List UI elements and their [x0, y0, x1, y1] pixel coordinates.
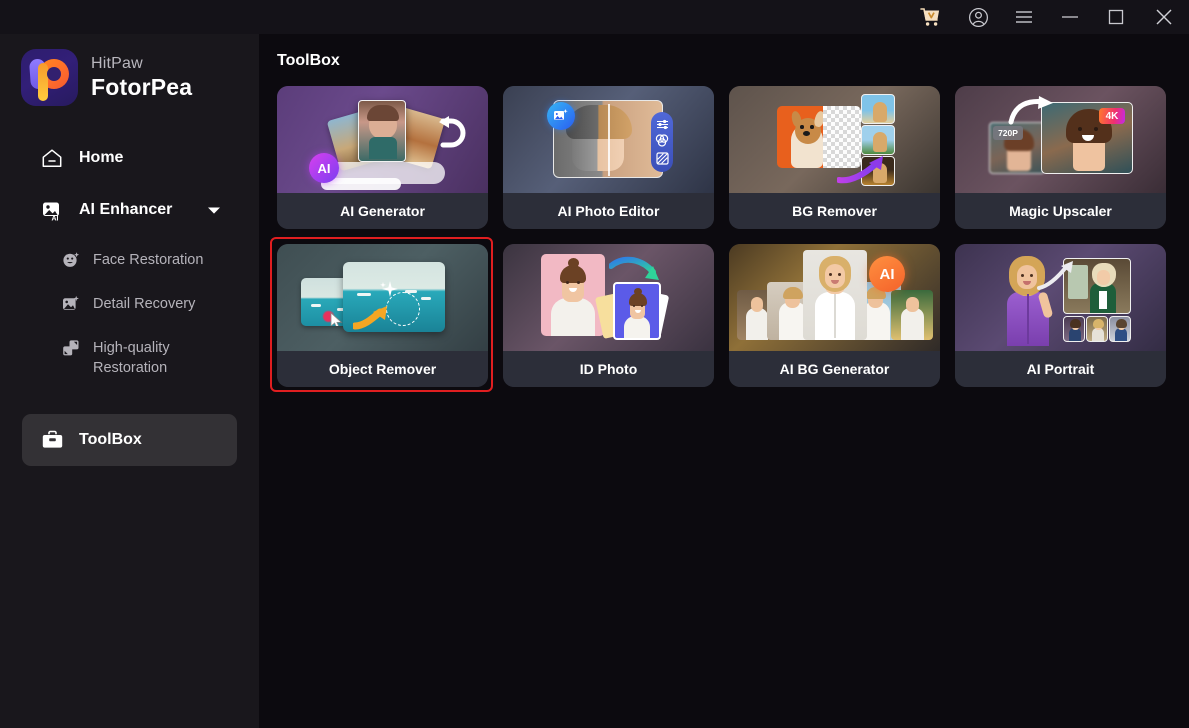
card-id-photo[interactable]: ID Photo [503, 244, 714, 387]
home-icon [41, 148, 67, 169]
svg-text:AI: AI [52, 215, 59, 221]
card-artwork [503, 86, 714, 193]
card-label: Magic Upscaler [955, 193, 1166, 229]
sidebar-item-detail-recovery-label: Detail Recovery [93, 296, 196, 312]
card-label: Object Remover [277, 351, 488, 387]
main-content: ToolBox AI AI Generator AI Photo Editor … [259, 34, 1189, 728]
card-label: AI Portrait [955, 351, 1166, 387]
brand: HitPaw FotorPea [0, 34, 259, 110]
card-object-remover[interactable]: Object Remover [277, 244, 488, 387]
toolbox-icon [41, 430, 67, 451]
card-artwork [277, 244, 488, 351]
card-object-remover-selection: Object Remover [270, 237, 493, 392]
card-artwork: 720P 4K [955, 86, 1166, 193]
sidebar-item-ai-enhancer-label: AI Enhancer [79, 201, 173, 218]
sidebar-nav: Home AI AI Enhancer Face Restoration Det… [0, 132, 259, 466]
title-bar [0, 0, 1189, 34]
sidebar-item-face-restoration[interactable]: Face Restoration [22, 240, 237, 284]
brand-name-bottom: FotorPea [91, 73, 193, 100]
high-quality-restoration-icon [62, 338, 84, 357]
card-ai-portrait[interactable]: AI Portrait [955, 244, 1166, 387]
card-label: AI Generator [277, 193, 488, 229]
chip-4k: 4K [1099, 108, 1125, 124]
maximize-icon[interactable] [1093, 0, 1139, 34]
minimize-icon[interactable] [1047, 0, 1093, 34]
page-title: ToolBox [277, 52, 340, 69]
ai-badge-icon: AI [869, 256, 905, 292]
sidebar-item-high-quality-restoration-label: High-quality Restoration [93, 340, 170, 376]
menu-icon[interactable] [1001, 0, 1047, 34]
card-label: BG Remover [729, 193, 940, 229]
sidebar-item-face-restoration-label: Face Restoration [93, 252, 204, 268]
card-ai-bg-generator[interactable]: AI AI BG Generator [729, 244, 940, 387]
photo-editor-badge-icon [547, 102, 575, 130]
card-artwork: AI [277, 86, 488, 193]
card-label: AI BG Generator [729, 351, 940, 387]
account-icon[interactable] [955, 0, 1001, 34]
sidebar-item-home[interactable]: Home [22, 132, 237, 184]
cart-icon[interactable] [903, 0, 955, 34]
card-artwork [955, 244, 1166, 351]
close-icon[interactable] [1139, 0, 1189, 34]
card-ai-photo-editor[interactable]: AI Photo Editor [503, 86, 714, 229]
hitpaw-logo-icon [21, 48, 78, 106]
sidebar: HitPaw FotorPea Home AI AI Enhancer Face… [0, 34, 259, 728]
ai-enhancer-icon: AI [41, 200, 67, 221]
ai-badge-icon: AI [309, 153, 339, 183]
card-magic-upscaler[interactable]: 720P 4K Magic Upscaler [955, 86, 1166, 229]
chip-720p: 720P [993, 126, 1023, 140]
card-artwork: AI [729, 244, 940, 351]
face-restoration-icon [62, 250, 84, 269]
card-artwork [503, 244, 714, 351]
app-window: HitPaw FotorPea Home AI AI Enhancer Face… [0, 0, 1189, 728]
sidebar-subnav: Face Restoration Detail Recovery High-qu… [0, 240, 259, 388]
detail-recovery-icon [62, 294, 84, 313]
sidebar-item-toolbox[interactable]: ToolBox [22, 414, 237, 466]
sidebar-item-detail-recovery[interactable]: Detail Recovery [22, 284, 237, 328]
chevron-down-icon[interactable] [207, 206, 221, 215]
card-ai-generator[interactable]: AI AI Generator [277, 86, 488, 229]
sidebar-item-toolbox-label: ToolBox [79, 431, 142, 448]
brand-name-top: HitPaw [91, 54, 143, 72]
sidebar-item-high-quality-restoration[interactable]: High-quality Restoration [22, 328, 237, 388]
card-bg-remover[interactable]: BG Remover [729, 86, 940, 229]
card-label: ID Photo [503, 351, 714, 387]
card-artwork [729, 86, 940, 193]
card-label: AI Photo Editor [503, 193, 714, 229]
toolbox-card-grid: AI AI Generator AI Photo Editor BG Remov… [270, 86, 1189, 392]
sidebar-item-home-label: Home [79, 149, 124, 166]
sidebar-item-ai-enhancer[interactable]: AI AI Enhancer [22, 184, 237, 236]
